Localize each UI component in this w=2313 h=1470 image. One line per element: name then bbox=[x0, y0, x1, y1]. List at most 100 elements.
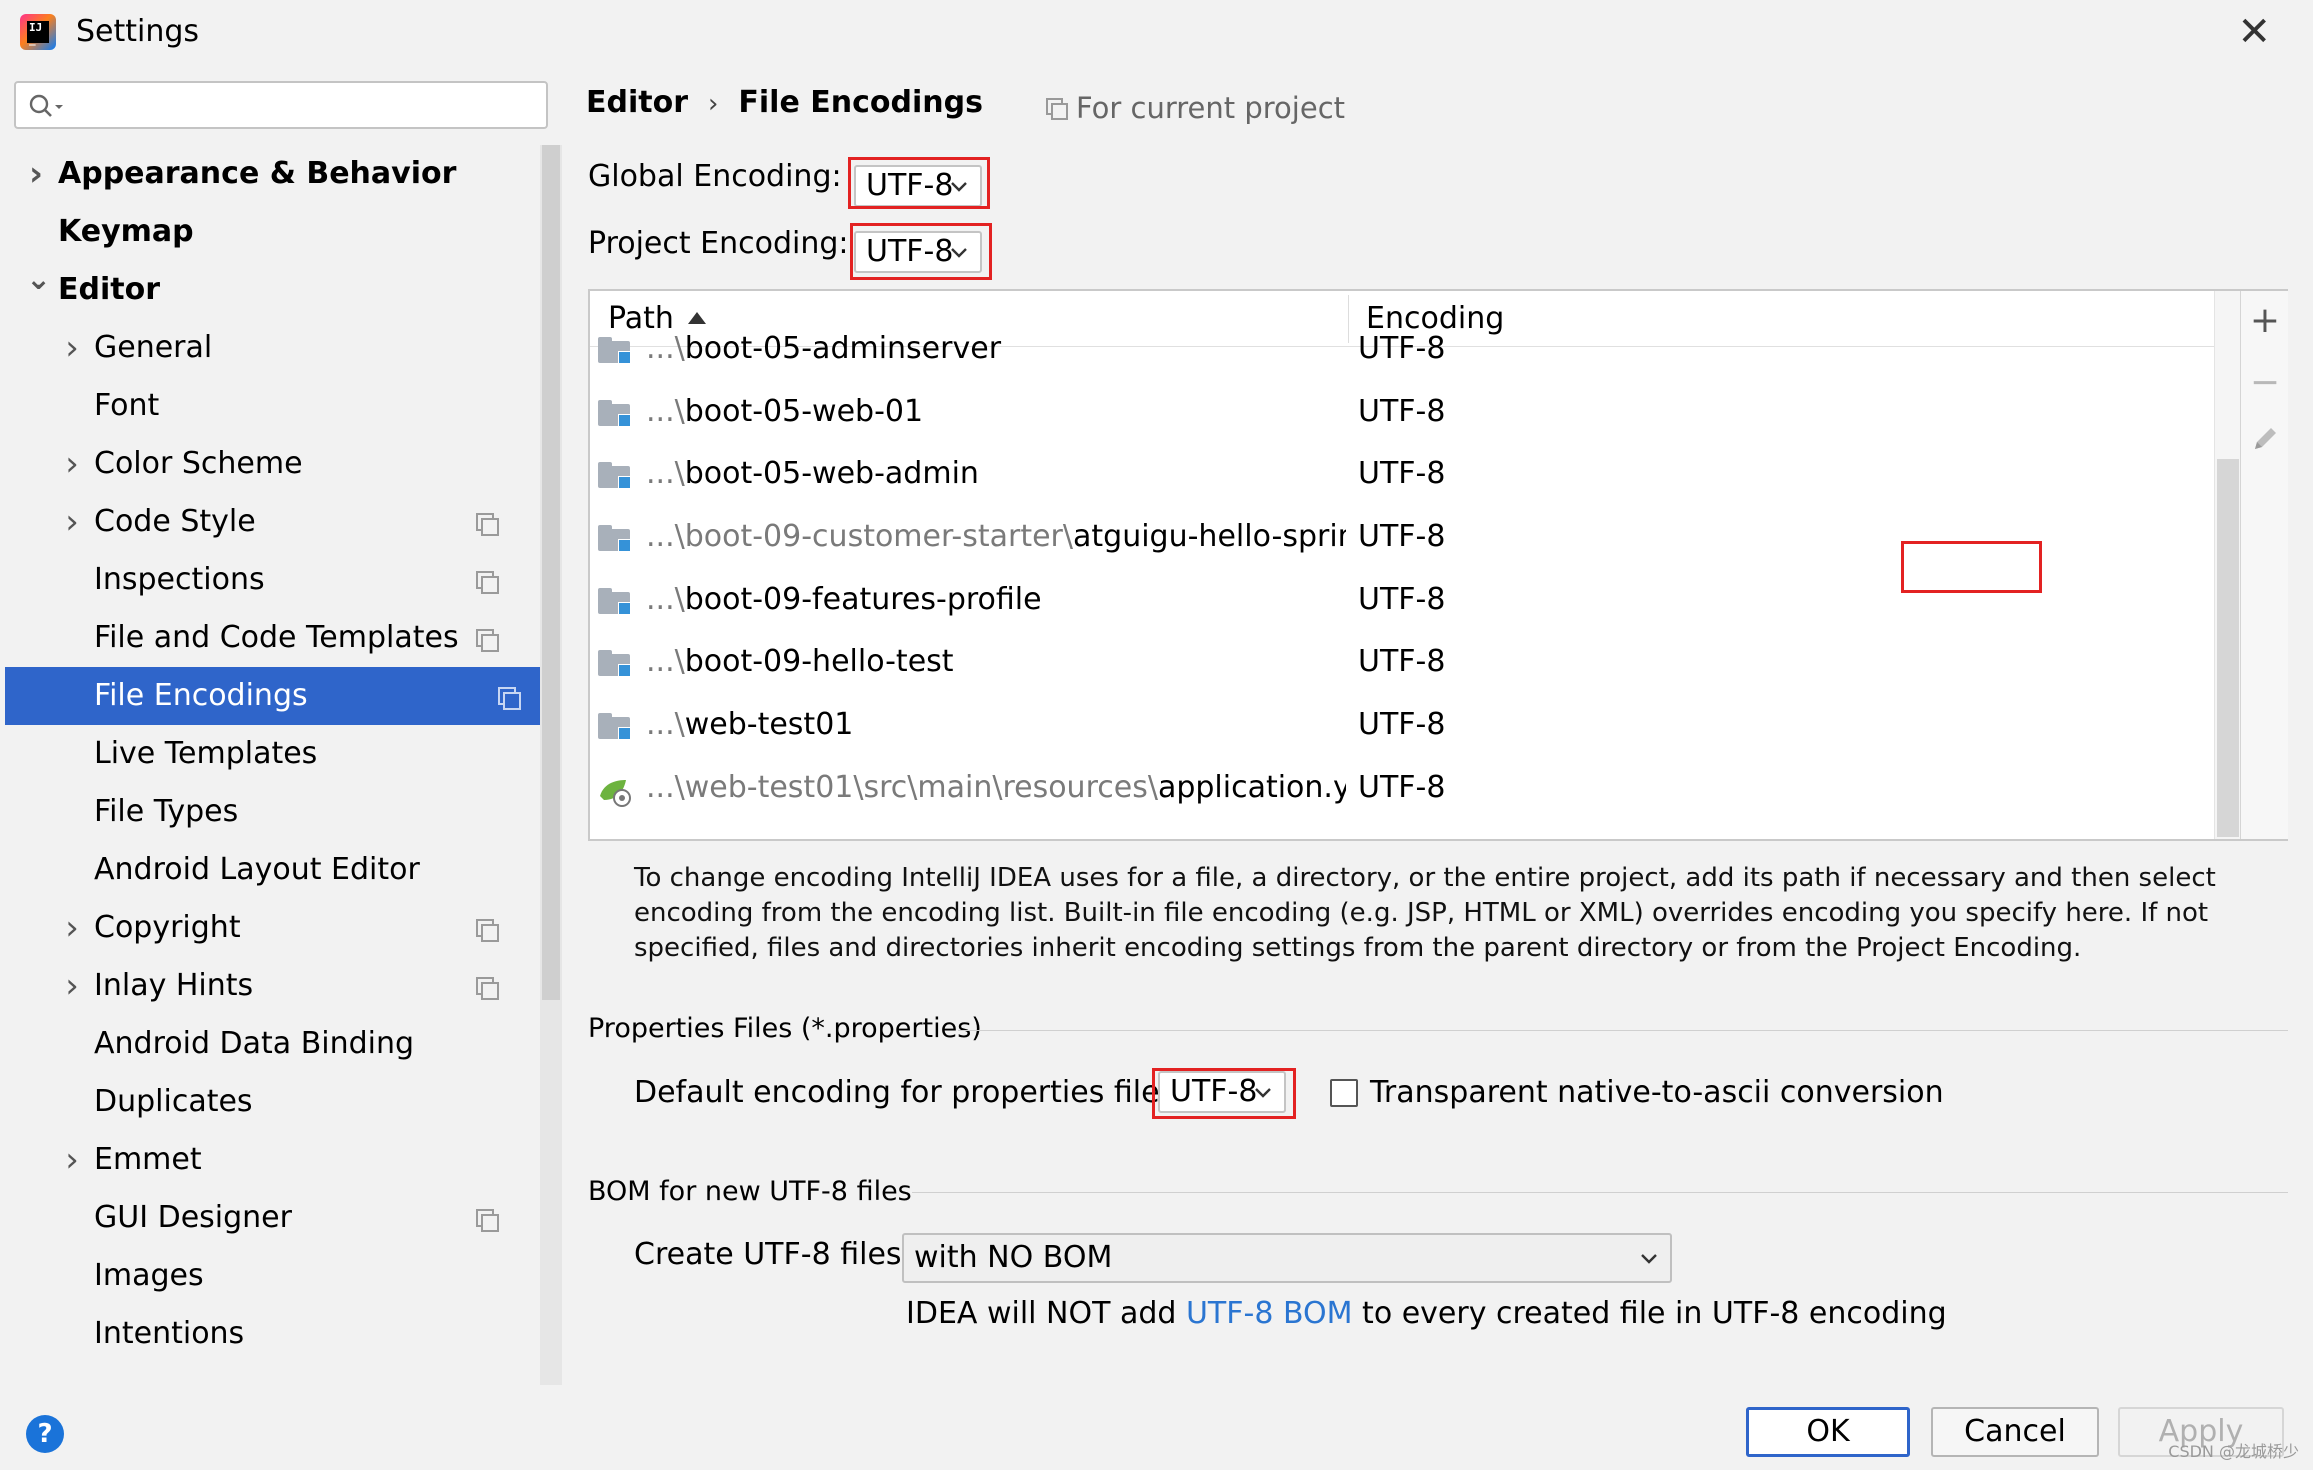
path-cell: ...\boot-09-hello-test bbox=[646, 642, 1346, 682]
table-row[interactable]: ...\boot-09-hello-test UTF-8 bbox=[590, 644, 2214, 713]
table-row[interactable]: ...\web-test01\src\main\resources\applic… bbox=[590, 770, 2214, 839]
sidebar-item-duplicates[interactable]: Duplicates bbox=[0, 1073, 540, 1131]
sidebar-item-label: Live Templates bbox=[94, 736, 318, 771]
sidebar-item-label: Font bbox=[94, 388, 160, 423]
help-text: To change encoding IntelliJ IDEA uses fo… bbox=[634, 863, 2216, 963]
native-to-ascii-label[interactable]: Transparent native-to-ascii conversion bbox=[1370, 1075, 1944, 1110]
sidebar-item-live-templates[interactable]: Live Templates bbox=[0, 725, 540, 783]
sidebar-item-label: File and Code Templates bbox=[94, 620, 459, 655]
spring-yaml-icon bbox=[600, 779, 631, 807]
table-row[interactable]: ...\boot-05-web-01 UTF-8 bbox=[590, 394, 2214, 463]
chevron-right-icon[interactable]: › bbox=[26, 145, 46, 203]
project-scope-icon bbox=[476, 629, 499, 652]
bom-select[interactable]: with NO BOM bbox=[902, 1233, 1672, 1283]
encoding-cell[interactable]: UTF-8 bbox=[1358, 580, 1445, 620]
path-prefix: ...\ bbox=[646, 581, 685, 617]
sidebar-item-code-style[interactable]: › Code Style bbox=[0, 493, 540, 551]
breadcrumb-parent[interactable]: Editor bbox=[586, 85, 688, 120]
sidebar-item-file-encodings[interactable]: File Encodings bbox=[5, 667, 562, 725]
search-input[interactable] bbox=[14, 81, 548, 129]
sidebar-item-label: Editor bbox=[58, 272, 160, 307]
table-row[interactable]: ...\boot-09-features-profile UTF-8 bbox=[590, 582, 2214, 651]
sidebar-item-emmet[interactable]: › Emmet bbox=[0, 1131, 540, 1189]
table-row[interactable]: ...\boot-05-web-admin UTF-8 bbox=[590, 456, 2214, 525]
sidebar-scrollbar-thumb[interactable] bbox=[542, 145, 560, 1000]
remove-icon[interactable]: − bbox=[2241, 363, 2289, 403]
settings-sidebar: › Appearance & Behavior Keymap ⌄ Editor › Gene… bbox=[0, 65, 562, 1385]
sidebar-item-keymap[interactable]: Keymap bbox=[0, 203, 540, 261]
add-icon[interactable]: + bbox=[2241, 301, 2289, 341]
sidebar-item-file-types[interactable]: File Types bbox=[0, 783, 540, 841]
sidebar-item-label: Inlay Hints bbox=[94, 968, 254, 1003]
module-folder-icon bbox=[598, 586, 632, 615]
sidebar-item-editor[interactable]: ⌄ Editor bbox=[0, 261, 540, 319]
sidebar-item-label: File Types bbox=[94, 794, 239, 829]
settings-tree: › Appearance & Behavior Keymap ⌄ Editor › Gene… bbox=[0, 145, 562, 1363]
utf8-bom-link[interactable]: UTF-8 BOM bbox=[1186, 1296, 1353, 1331]
chevron-down-icon[interactable]: ⌄ bbox=[26, 251, 51, 309]
encoding-cell[interactable]: UTF-8 bbox=[1358, 517, 1445, 557]
encoding-cell[interactable]: UTF-8 bbox=[1358, 642, 1445, 682]
sidebar-item-color-scheme[interactable]: › Color Scheme bbox=[0, 435, 540, 493]
encoding-cell[interactable]: UTF-8 bbox=[1358, 768, 1445, 808]
breadcrumb-separator-icon: › bbox=[708, 89, 719, 119]
create-utf8-label: Create UTF-8 files: bbox=[634, 1237, 912, 1272]
sidebar-item-android-layout-editor[interactable]: Android Layout Editor bbox=[0, 841, 540, 899]
watermark: CSDN @龙城桥少 bbox=[2168, 1442, 2299, 1461]
sidebar-scrollbar[interactable] bbox=[540, 145, 562, 1385]
ok-button[interactable]: OK bbox=[1746, 1407, 1910, 1457]
native-to-ascii-checkbox[interactable] bbox=[1330, 1079, 1358, 1107]
sidebar-item-label: File Encodings bbox=[94, 678, 308, 713]
module-folder-icon bbox=[598, 398, 632, 427]
sidebar-item-images[interactable]: Images bbox=[0, 1247, 540, 1305]
title-bar: IJ _ Settings ✕ bbox=[0, 0, 2313, 65]
help-icon[interactable]: ? bbox=[26, 1415, 64, 1453]
project-scope-icon bbox=[498, 687, 521, 710]
chevron-right-icon[interactable]: › bbox=[62, 435, 82, 493]
sidebar-item-copyright[interactable]: › Copyright bbox=[0, 899, 540, 957]
path-cell: ...\boot-05-web-admin bbox=[646, 454, 1346, 494]
path-name: boot-05-web-admin bbox=[684, 456, 979, 492]
sidebar-item-label: Copyright bbox=[94, 910, 241, 945]
encoding-cell[interactable]: UTF-8 bbox=[1358, 454, 1445, 494]
chevron-right-icon[interactable]: › bbox=[62, 899, 82, 957]
global-encoding-label: Global Encoding: bbox=[588, 159, 842, 194]
cancel-button[interactable]: Cancel bbox=[1931, 1407, 2099, 1457]
sidebar-item-label: Intentions bbox=[94, 1316, 245, 1351]
window-title: Settings bbox=[76, 14, 200, 49]
table-row[interactable]: ...\boot-05-adminserver UTF-8 bbox=[590, 331, 2214, 400]
sidebar-item-gui-designer[interactable]: GUI Designer bbox=[0, 1189, 540, 1247]
sidebar-item-general[interactable]: › General bbox=[0, 319, 540, 377]
chevron-right-icon[interactable]: › bbox=[62, 957, 82, 1015]
module-folder-icon bbox=[598, 460, 632, 490]
sidebar-item-appearance-behavior[interactable]: › Appearance & Behavior bbox=[0, 145, 540, 203]
chevron-right-icon[interactable]: › bbox=[62, 1131, 82, 1189]
module-folder-icon bbox=[598, 648, 632, 678]
close-icon[interactable]: ✕ bbox=[2237, 12, 2271, 52]
project-scope-icon bbox=[476, 1209, 499, 1232]
sidebar-item-font[interactable]: Font bbox=[0, 377, 540, 435]
table-scrollbar-thumb[interactable] bbox=[2217, 459, 2239, 837]
bom-note: IDEA will NOT add UTF-8 BOM to every cre… bbox=[906, 1296, 1947, 1331]
project-encoding-label: Project Encoding: bbox=[588, 226, 849, 261]
encoding-cell[interactable]: UTF-8 bbox=[1358, 329, 1445, 369]
column-separator[interactable] bbox=[1348, 295, 1349, 343]
edit-icon[interactable] bbox=[2241, 421, 2289, 461]
project-scope-icon bbox=[476, 513, 499, 536]
sidebar-item-android-data-binding[interactable]: Android Data Binding bbox=[0, 1015, 540, 1073]
sidebar-item-intentions[interactable]: Intentions bbox=[0, 1305, 540, 1363]
properties-section-title: Properties Files (*.properties) bbox=[588, 1013, 982, 1044]
table-scrollbar[interactable] bbox=[2214, 291, 2240, 839]
sidebar-item-file-and-code-templates[interactable]: File and Code Templates bbox=[0, 609, 540, 667]
path-cell: ...\web-test01\src\main\resources\applic… bbox=[646, 768, 1346, 808]
chevron-right-icon[interactable]: › bbox=[62, 319, 82, 377]
dialog-footer: ? OK Cancel Apply CSDN @龙城桥少 bbox=[0, 1385, 2313, 1470]
encoding-cell[interactable]: UTF-8 bbox=[1358, 705, 1445, 745]
encoding-cell[interactable]: UTF-8 bbox=[1358, 392, 1445, 432]
sidebar-item-inspections[interactable]: Inspections bbox=[0, 551, 540, 609]
scope-label: For current project bbox=[1076, 91, 1346, 125]
project-scope-icon bbox=[476, 919, 499, 942]
chevron-right-icon[interactable]: › bbox=[62, 493, 82, 551]
table-row[interactable]: ...\web-test01 UTF-8 bbox=[590, 707, 2214, 776]
sidebar-item-inlay-hints[interactable]: › Inlay Hints bbox=[0, 957, 540, 1015]
